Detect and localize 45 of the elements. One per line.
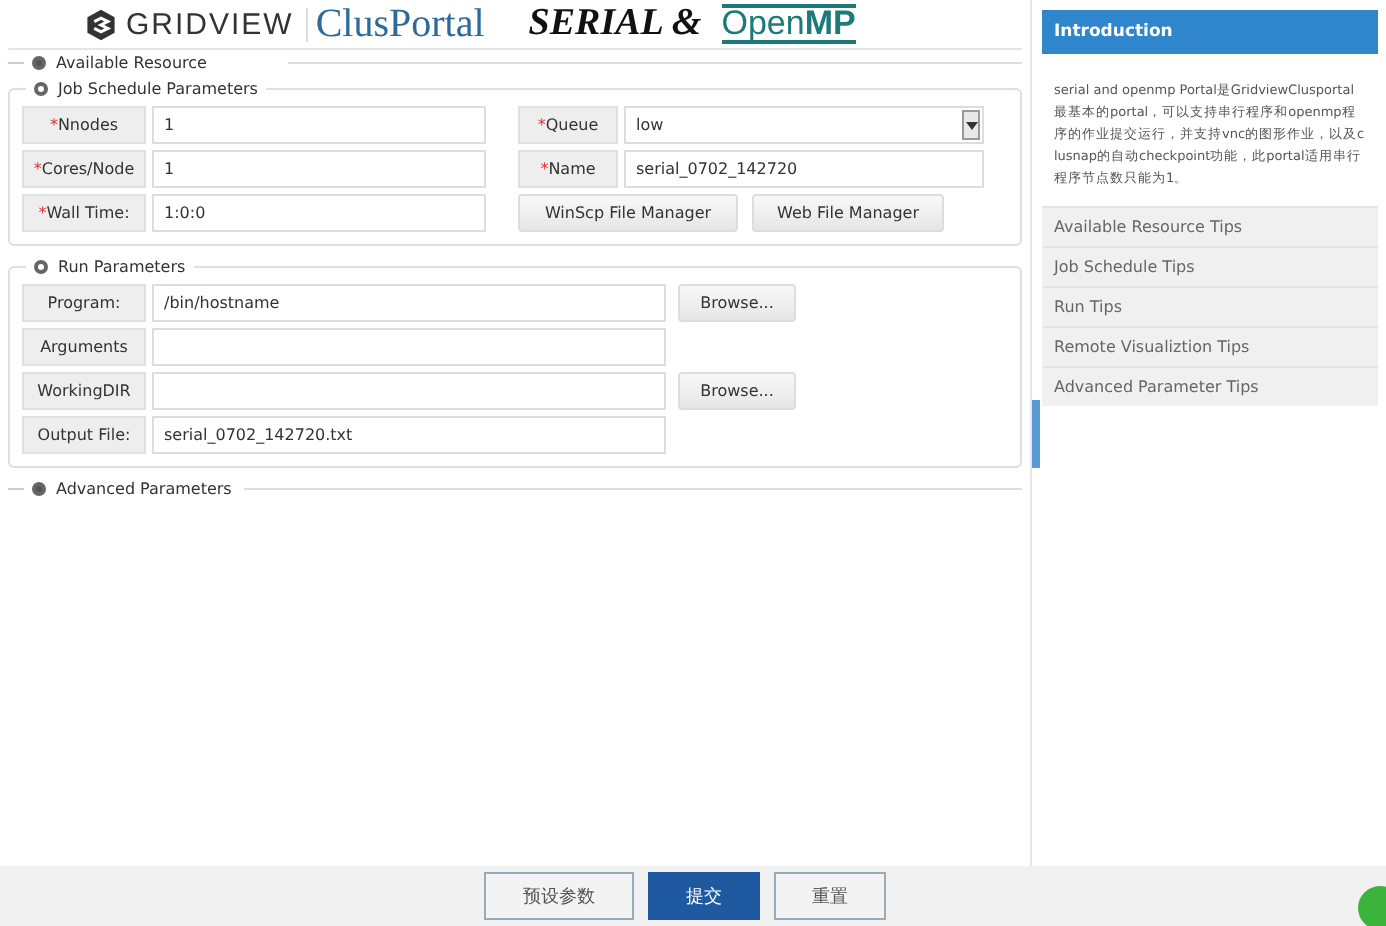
tips-item[interactable]: Job Schedule Tips bbox=[1042, 246, 1378, 286]
file-manager-button[interactable]: WinScp File Manager bbox=[518, 194, 738, 232]
field-label: Arguments bbox=[22, 328, 146, 366]
brand-name: GRIDVIEW bbox=[126, 7, 308, 41]
input-field[interactable] bbox=[152, 328, 666, 366]
portal-title: SERIAL & bbox=[528, 2, 702, 46]
field-label: *Wall Time: bbox=[22, 194, 146, 232]
product-name: ClusPortal bbox=[315, 1, 485, 47]
section-title[interactable]: Available Resource bbox=[56, 54, 207, 72]
input-field[interactable]: /bin/hostname bbox=[152, 284, 666, 322]
section-title[interactable]: Job Schedule Parameters bbox=[58, 80, 258, 98]
input-field[interactable]: 1 bbox=[152, 150, 486, 188]
panel-title[interactable]: Introduction bbox=[1042, 10, 1378, 54]
collapse-toggle-icon[interactable] bbox=[32, 482, 46, 496]
tips-item[interactable]: Run Tips bbox=[1042, 286, 1378, 326]
tips-item[interactable]: Available Resource Tips bbox=[1042, 206, 1378, 246]
input-field[interactable]: serial_0702_142720 bbox=[624, 150, 984, 188]
field-label: *Nnodes bbox=[22, 106, 146, 144]
section-title[interactable]: Run Parameters bbox=[58, 258, 186, 276]
field-label: *Queue bbox=[518, 106, 618, 144]
input-field[interactable]: 1:0:0 bbox=[152, 194, 486, 232]
tips-item[interactable]: Remote Visualiztion Tips bbox=[1042, 326, 1378, 366]
field-label: WorkingDIR bbox=[22, 372, 146, 410]
input-field[interactable]: serial_0702_142720.txt bbox=[152, 416, 666, 454]
collapse-toggle-icon[interactable] bbox=[32, 56, 46, 70]
section-title[interactable]: Advanced Parameters bbox=[56, 480, 232, 498]
form-button[interactable]: 提交 bbox=[648, 872, 760, 920]
panel-collapse-handle[interactable] bbox=[1032, 400, 1040, 468]
tips-item[interactable]: Advanced Parameter Tips bbox=[1042, 366, 1378, 406]
collapse-toggle-icon[interactable] bbox=[34, 260, 48, 274]
gridview-logo-icon bbox=[84, 7, 118, 41]
form-button[interactable]: 预设参数 bbox=[484, 872, 634, 920]
input-field[interactable] bbox=[152, 372, 666, 410]
form-button[interactable]: 重置 bbox=[774, 872, 886, 920]
field-label: *Cores/Node bbox=[22, 150, 146, 188]
collapse-toggle-icon[interactable] bbox=[34, 82, 48, 96]
field-label: *Name bbox=[518, 150, 618, 188]
browse-button[interactable]: Browse... bbox=[678, 372, 796, 410]
dropdown-field[interactable]: low bbox=[624, 106, 984, 144]
field-label: Output File: bbox=[22, 416, 146, 454]
openmp-logo: OpenMP bbox=[721, 4, 856, 44]
field-label: Program: bbox=[22, 284, 146, 322]
browse-button[interactable]: Browse... bbox=[678, 284, 796, 322]
input-field[interactable]: 1 bbox=[152, 106, 486, 144]
file-manager-button[interactable]: Web File Manager bbox=[752, 194, 944, 232]
